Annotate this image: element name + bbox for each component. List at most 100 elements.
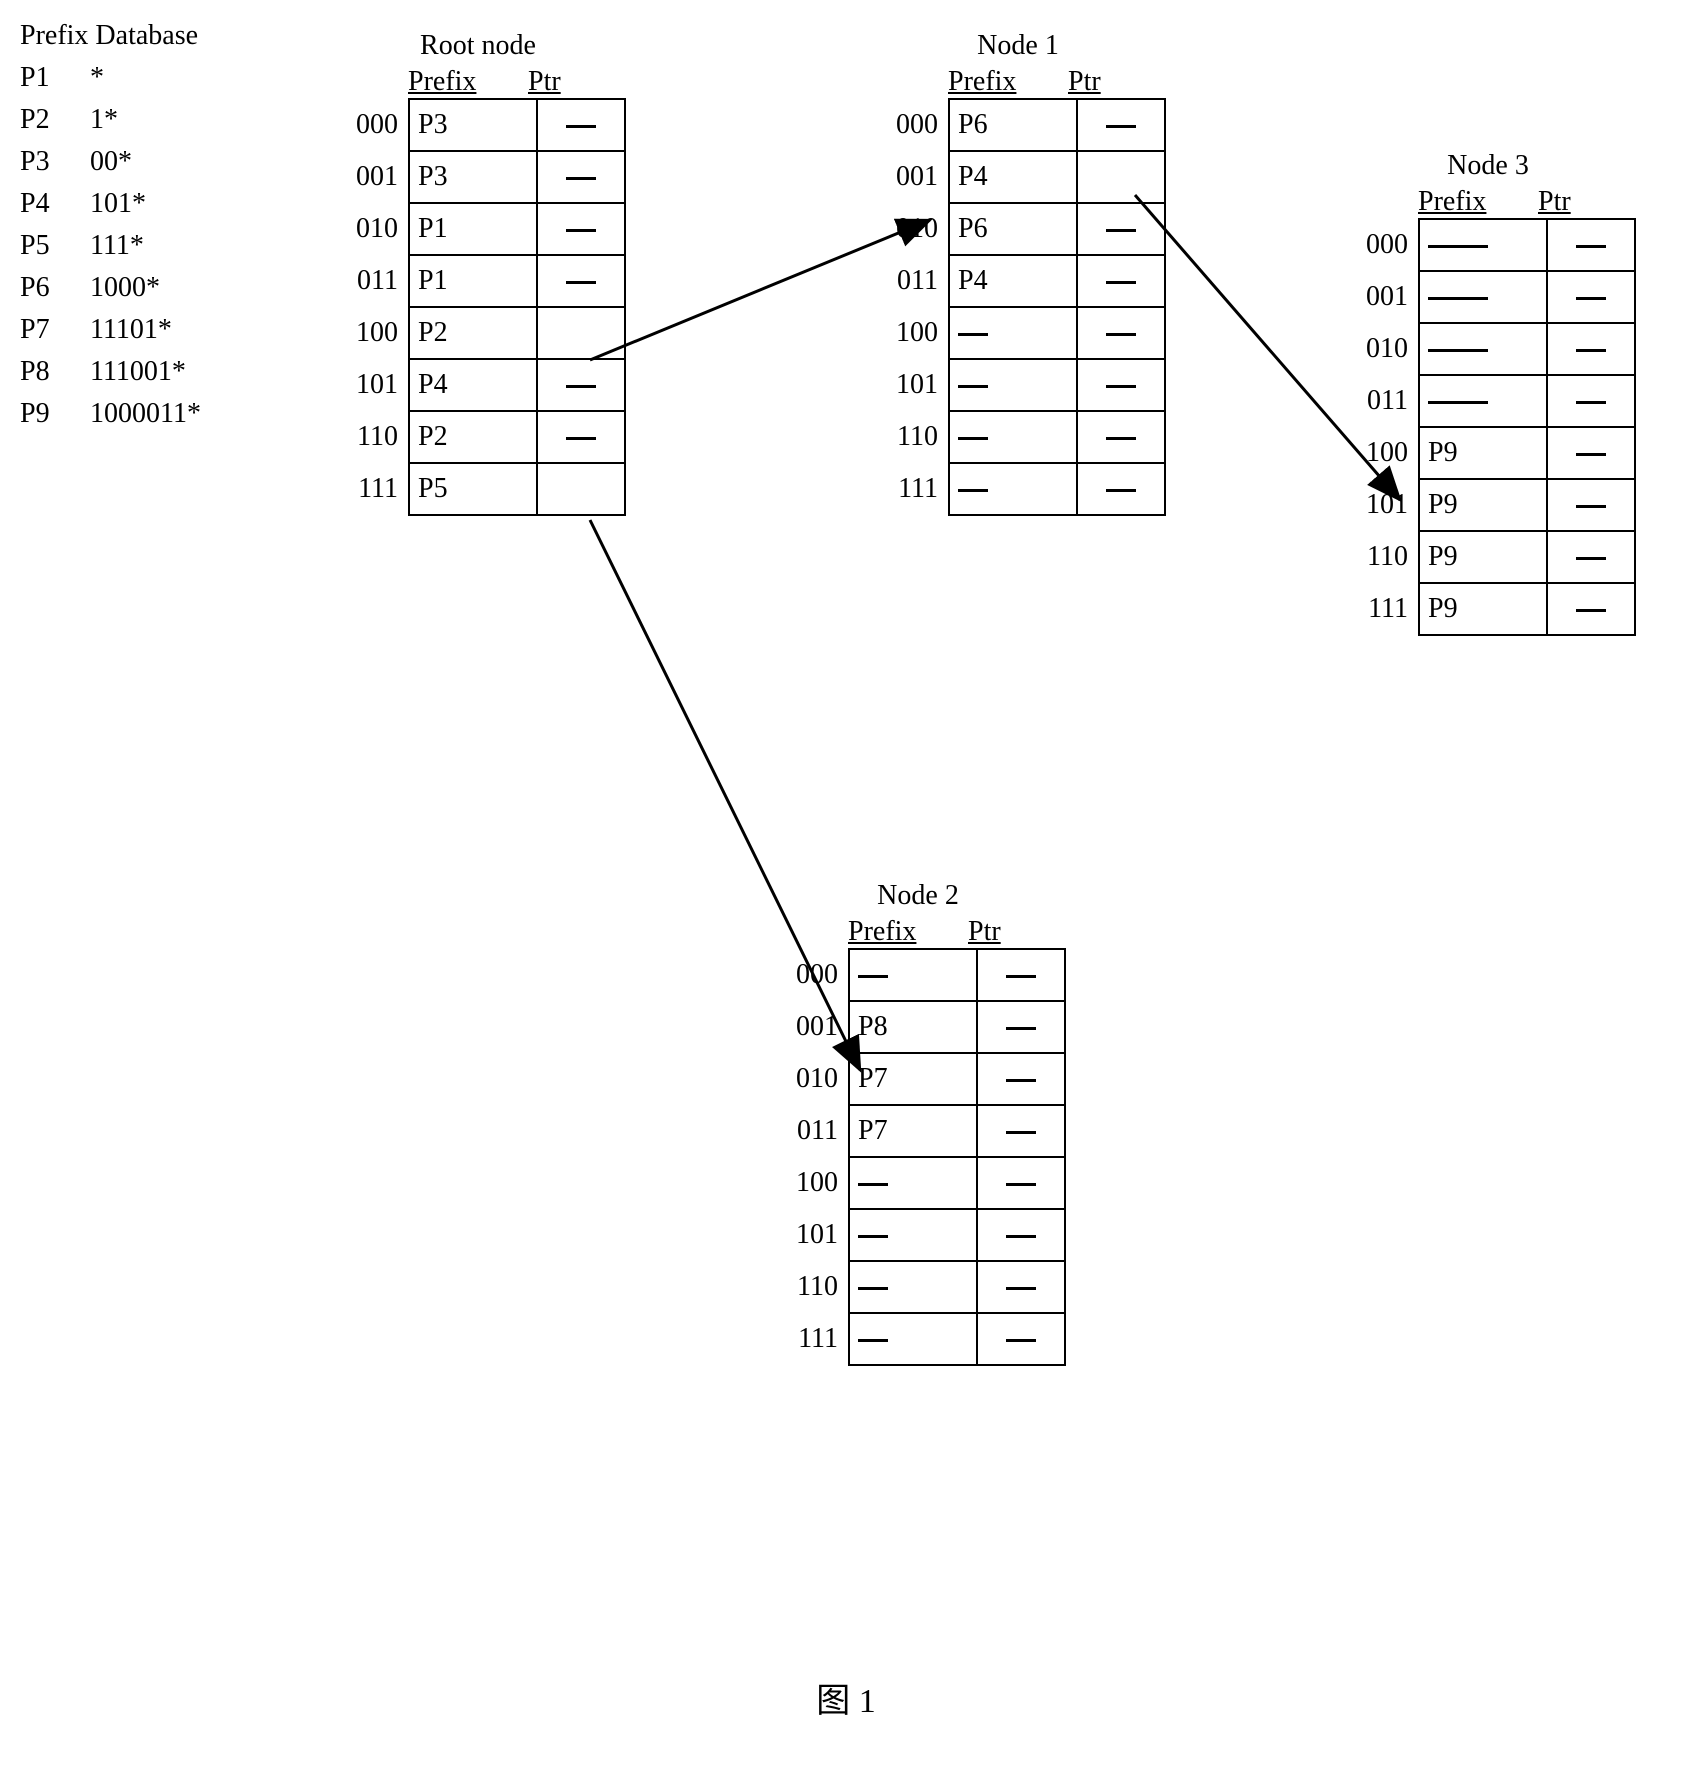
prefix-cell: P7 xyxy=(849,1105,977,1157)
ptr-cell xyxy=(1077,411,1165,463)
prefix-value: 1* xyxy=(90,104,250,136)
row-index: 011 xyxy=(770,1105,849,1157)
row-index: 001 xyxy=(330,151,409,203)
node-1: Node 1 Prefix Ptr 000P6001P4010P6011P410… xyxy=(870,30,1166,516)
prefix-db-row: P21* xyxy=(20,104,250,136)
table-row: 011P1 xyxy=(330,255,625,307)
row-index: 010 xyxy=(870,203,949,255)
row-index: 111 xyxy=(770,1313,849,1365)
row-index: 110 xyxy=(330,411,409,463)
table-row: 100P9 xyxy=(1340,427,1635,479)
row-index: 111 xyxy=(870,463,949,515)
prefix-value: 101* xyxy=(90,188,250,220)
table-row: 111 xyxy=(870,463,1165,515)
row-index: 011 xyxy=(1340,375,1419,427)
row-index: 101 xyxy=(870,359,949,411)
prefix-cell: P9 xyxy=(1419,479,1547,531)
prefix-database-title: Prefix Database xyxy=(20,20,250,52)
table-row: 011P4 xyxy=(870,255,1165,307)
ptr-cell xyxy=(537,411,625,463)
prefix-db-row: P5111* xyxy=(20,230,250,262)
prefix-name: P5 xyxy=(20,230,90,262)
ptr-cell xyxy=(537,99,625,151)
ptr-cell xyxy=(537,255,625,307)
table-row: 101P4 xyxy=(330,359,625,411)
prefix-cell xyxy=(1419,271,1547,323)
ptr-cell xyxy=(977,1313,1065,1365)
row-index: 110 xyxy=(870,411,949,463)
header-ptr: Ptr xyxy=(1538,186,1618,218)
row-index: 101 xyxy=(1340,479,1419,531)
prefix-cell: P1 xyxy=(409,255,537,307)
prefix-value: 1000* xyxy=(90,272,250,304)
prefix-name: P9 xyxy=(20,398,90,430)
table-row: 010P7 xyxy=(770,1053,1065,1105)
prefix-cell: P8 xyxy=(849,1001,977,1053)
node-3-title: Node 3 xyxy=(1340,150,1636,182)
prefix-cell: P6 xyxy=(949,99,1077,151)
node-2-table: 000001P8010P7011P7100101110111 xyxy=(770,948,1066,1366)
row-index: 000 xyxy=(330,99,409,151)
prefix-cell: P3 xyxy=(409,99,537,151)
prefix-cell xyxy=(849,1209,977,1261)
prefix-cell xyxy=(1419,375,1547,427)
ptr-cell xyxy=(977,1157,1065,1209)
prefix-db-row: P61000* xyxy=(20,272,250,304)
node-3: Node 3 Prefix Ptr 000001010011100P9101P9… xyxy=(1340,150,1636,636)
ptr-cell xyxy=(977,1105,1065,1157)
ptr-cell xyxy=(1547,427,1635,479)
row-index: 010 xyxy=(330,203,409,255)
prefix-db-row: P4101* xyxy=(20,188,250,220)
table-row: 000P6 xyxy=(870,99,1165,151)
ptr-cell xyxy=(977,1261,1065,1313)
table-row: 110 xyxy=(870,411,1165,463)
prefix-cell: P3 xyxy=(409,151,537,203)
prefix-name: P8 xyxy=(20,356,90,388)
prefix-cell: P1 xyxy=(409,203,537,255)
row-index: 001 xyxy=(870,151,949,203)
prefix-cell: P2 xyxy=(409,307,537,359)
prefix-cell: P9 xyxy=(1419,531,1547,583)
prefix-cell: P9 xyxy=(1419,583,1547,635)
prefix-cell: P4 xyxy=(409,359,537,411)
ptr-cell xyxy=(1077,255,1165,307)
ptr-cell xyxy=(1547,531,1635,583)
ptr-cell xyxy=(1077,359,1165,411)
row-index: 000 xyxy=(1340,219,1419,271)
row-index: 010 xyxy=(1340,323,1419,375)
ptr-cell xyxy=(537,463,625,515)
ptr-cell xyxy=(1077,151,1165,203)
prefix-cell xyxy=(949,359,1077,411)
prefix-db-row: P1* xyxy=(20,62,250,94)
prefix-database: Prefix Database P1*P21*P300*P4101*P5111*… xyxy=(20,20,250,440)
prefix-db-row: P8111001* xyxy=(20,356,250,388)
row-index: 110 xyxy=(1340,531,1419,583)
prefix-cell xyxy=(849,1261,977,1313)
ptr-cell xyxy=(977,1053,1065,1105)
ptr-cell xyxy=(1547,479,1635,531)
header-ptr: Ptr xyxy=(968,916,1048,948)
table-row: 100P2 xyxy=(330,307,625,359)
row-index: 011 xyxy=(870,255,949,307)
prefix-cell: P7 xyxy=(849,1053,977,1105)
node-1-table: 000P6001P4010P6011P4100101110111 xyxy=(870,98,1166,516)
row-index: 011 xyxy=(330,255,409,307)
row-index: 000 xyxy=(770,949,849,1001)
header-prefix: Prefix xyxy=(400,66,528,98)
row-index: 111 xyxy=(330,463,409,515)
prefix-cell: P4 xyxy=(949,151,1077,203)
row-index: 000 xyxy=(870,99,949,151)
ptr-cell xyxy=(537,307,625,359)
table-row: 110P2 xyxy=(330,411,625,463)
table-row: 110P9 xyxy=(1340,531,1635,583)
prefix-cell: P5 xyxy=(409,463,537,515)
table-row: 011 xyxy=(1340,375,1635,427)
ptr-cell xyxy=(1547,583,1635,635)
node-3-table: 000001010011100P9101P9110P9111P9 xyxy=(1340,218,1636,636)
row-index: 101 xyxy=(770,1209,849,1261)
ptr-cell xyxy=(977,949,1065,1001)
prefix-value: 111* xyxy=(90,230,250,262)
prefix-value: 1000011* xyxy=(90,398,250,430)
table-row: 011P7 xyxy=(770,1105,1065,1157)
table-row: 101 xyxy=(770,1209,1065,1261)
